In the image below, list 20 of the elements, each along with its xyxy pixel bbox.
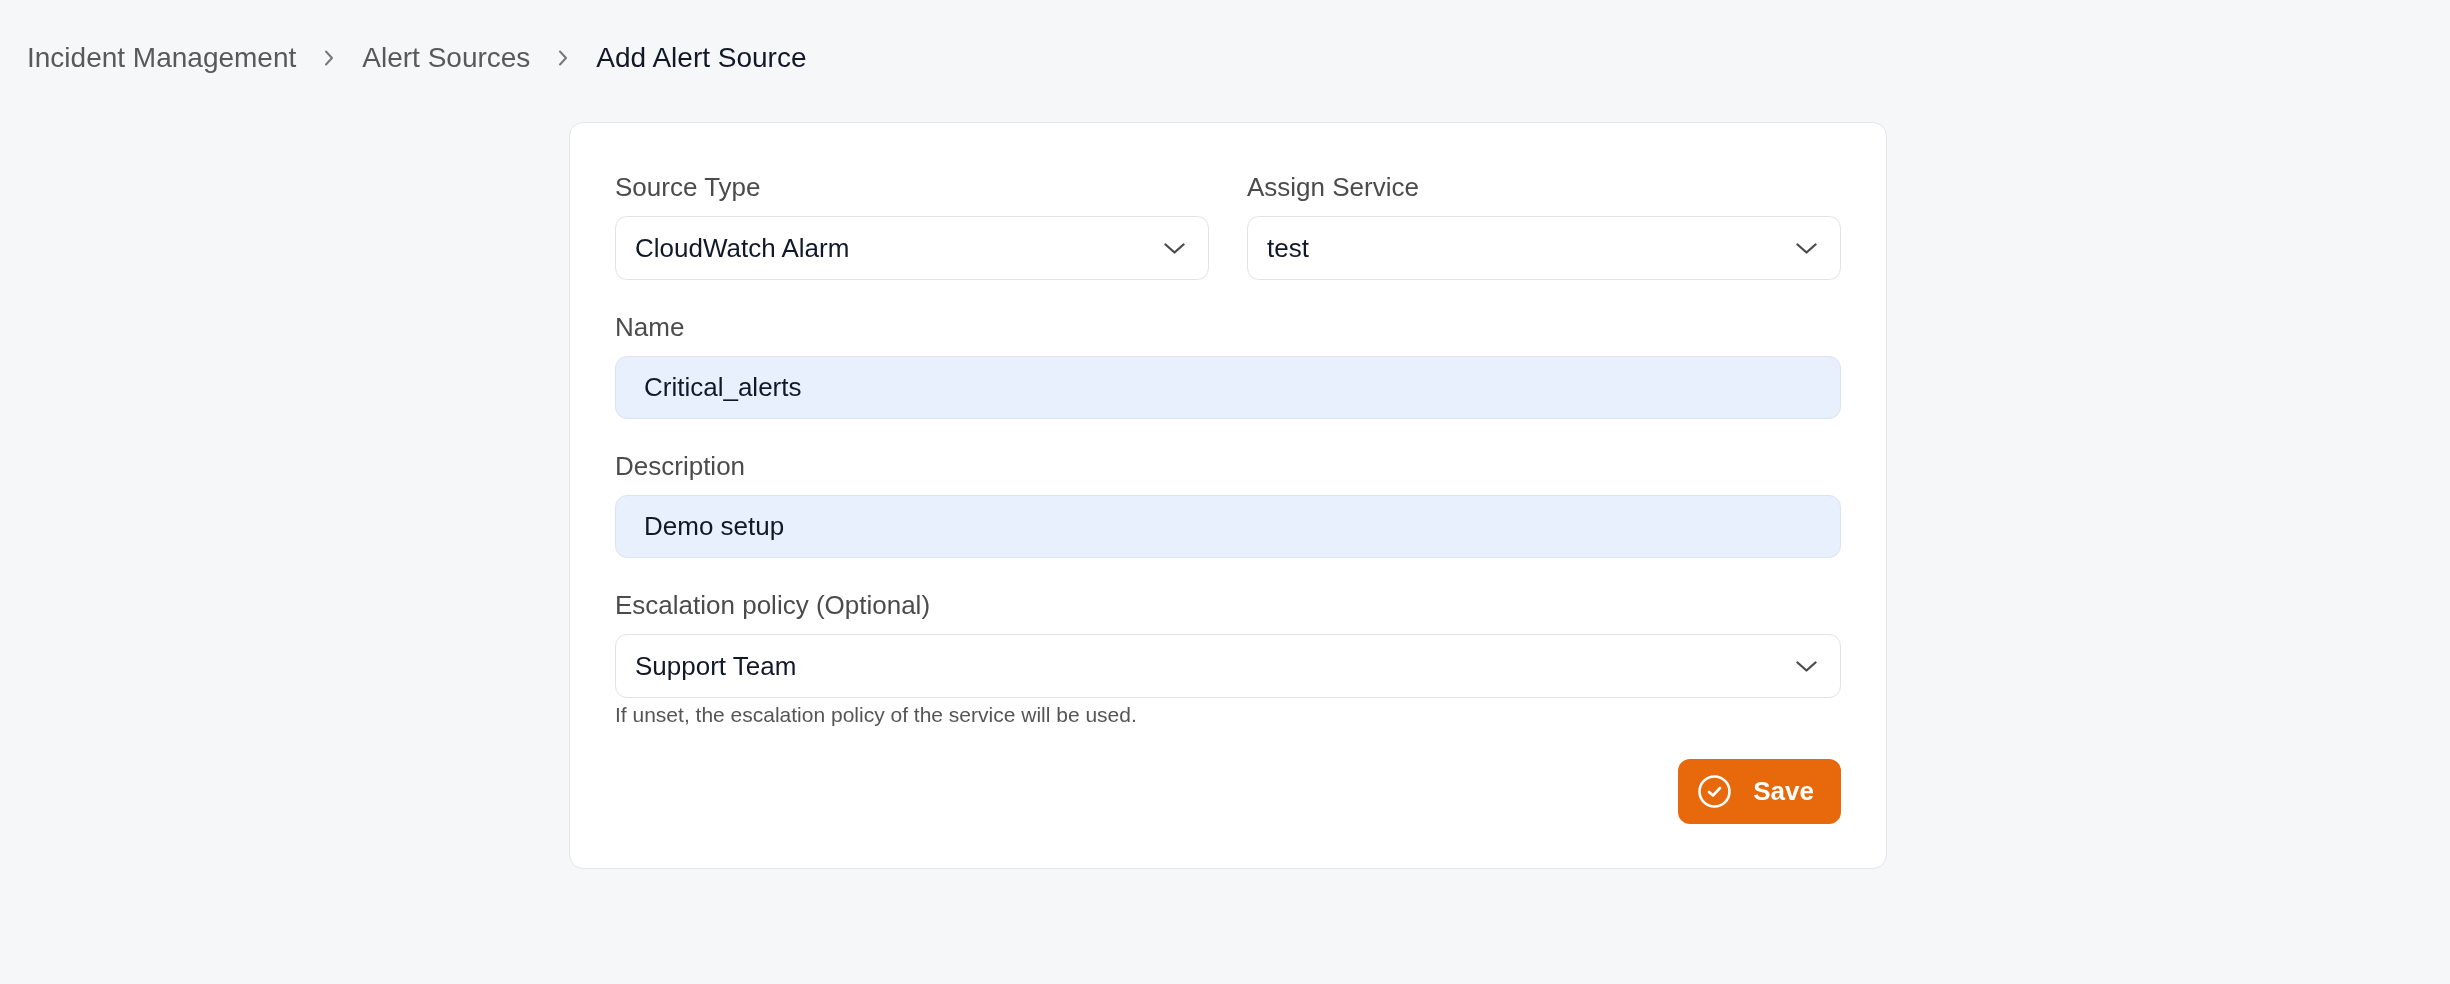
field-label: Source Type [615, 172, 761, 202]
chevron-right-icon [558, 50, 569, 66]
dropdown[interactable]: Support Team [615, 634, 1841, 698]
breadcrumb-link[interactable]: Incident Management [27, 42, 297, 74]
text-input[interactable]: Demo setup [615, 495, 1841, 558]
breadcrumb-link[interactable]: Alert Sources [362, 42, 531, 74]
helper-text: If unset, the escalation policy of the service will be used. [615, 703, 1137, 727]
current-page-label: Add Alert Source [596, 42, 807, 74]
dropdown[interactable]: CloudWatch Alarm [615, 216, 1209, 280]
chevron-right-icon [324, 50, 335, 66]
field-label: Description [615, 451, 746, 481]
chevron-down-icon [1796, 242, 1817, 254]
chevron-down-icon [1796, 660, 1817, 672]
dropdown[interactable]: test [1247, 216, 1841, 280]
check-circle-icon [1698, 775, 1732, 808]
chevron-down-icon [1164, 242, 1185, 254]
field-label: Assign Service [1247, 172, 1419, 202]
field-label: Name [615, 312, 685, 342]
field-label: Escalation policy (Optional) [615, 590, 931, 620]
text-input[interactable]: Critical_alerts [615, 356, 1841, 419]
